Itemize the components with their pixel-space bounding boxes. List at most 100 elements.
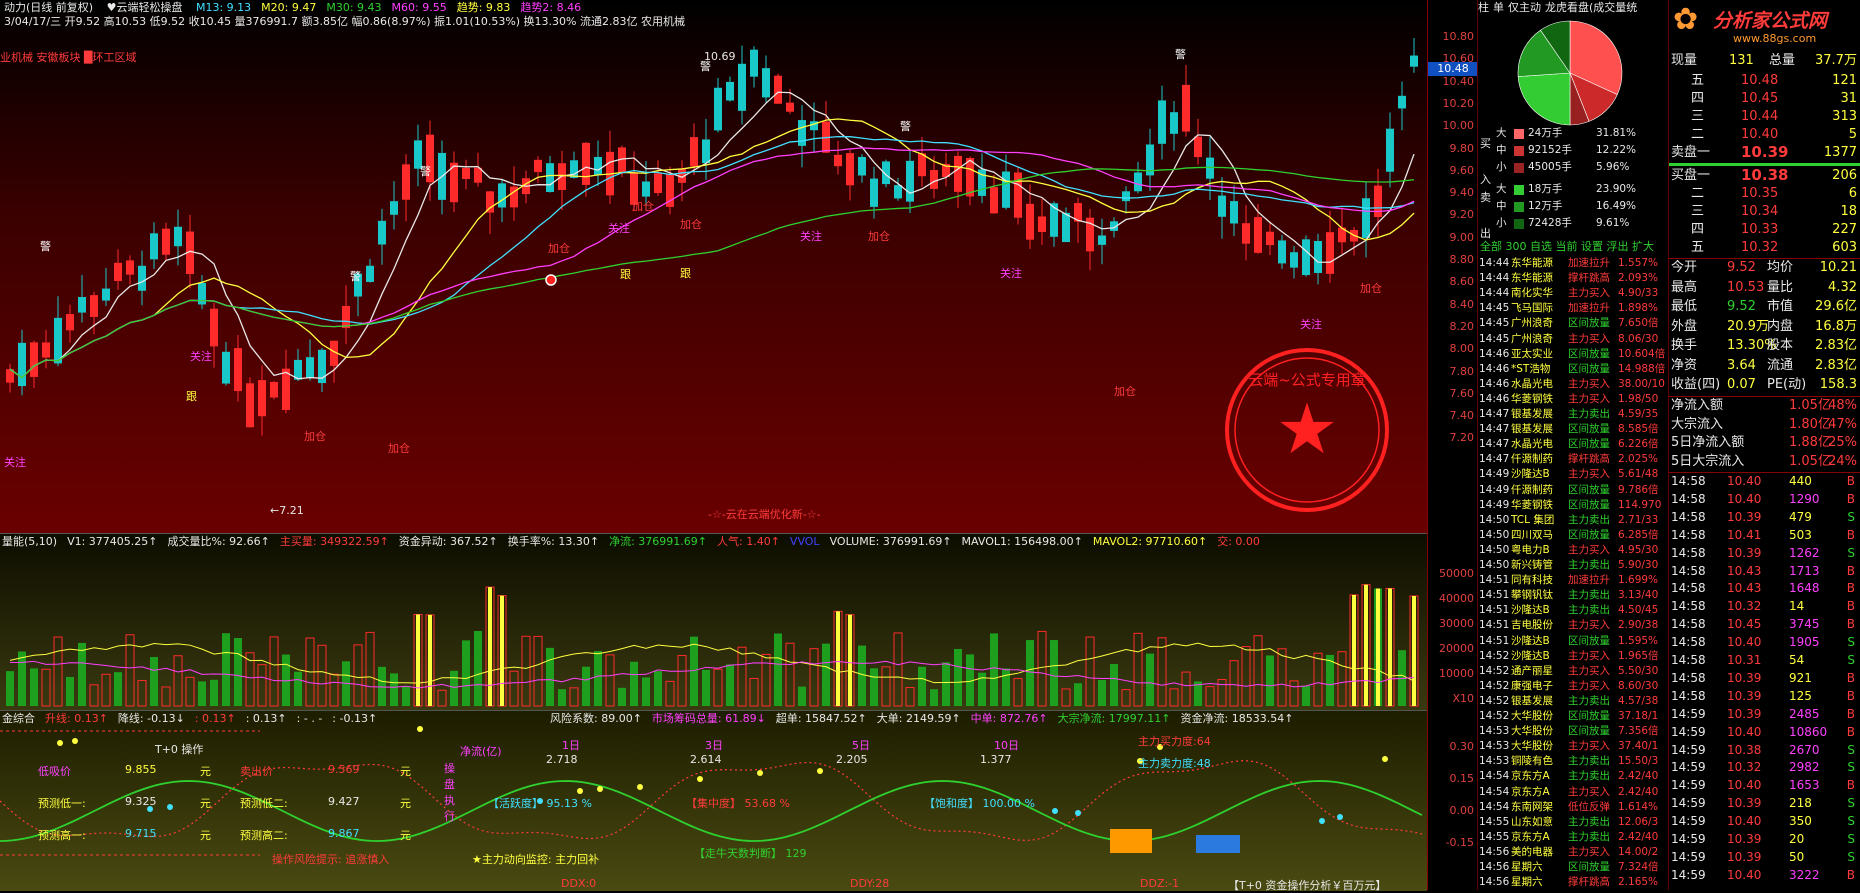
- tick-volume: 350: [1789, 814, 1812, 829]
- volume-bar: [30, 668, 38, 706]
- volume-bar: [462, 640, 470, 706]
- alert-row[interactable]: 14:50 粤电力B 主力买入 4.95/30: [1478, 543, 1669, 558]
- volume-bar: [677, 655, 687, 707]
- bid-row[interactable]: 二 10.35 6: [1669, 185, 1860, 202]
- bid-row[interactable]: 四 10.33 227: [1669, 221, 1860, 238]
- volume-header-item: VOLUME: 376991.69↑: [829, 535, 952, 548]
- alert-row[interactable]: 14:52 康强电子 主力买入 8.60/30: [1478, 679, 1669, 694]
- book-volume: 1377: [1823, 145, 1857, 160]
- alert-stock: 东华能源: [1511, 272, 1553, 285]
- tick-list[interactable]: 14:58 10.40 440 B 14:58 10.40 1290 B 14:58 10.39 4…: [1669, 472, 1860, 882]
- alert-row[interactable]: 14:44 南化实华 主力买入 4.90/33: [1478, 286, 1669, 301]
- ask-row[interactable]: 五 10.48 121: [1669, 72, 1860, 89]
- book-price: 10.32: [1741, 240, 1779, 255]
- kline-chart[interactable]: 警警警警警警关注 关注 关注 关注 关注 关注 加仓 加仓 加仓 加仓 加仓 加仓 加仓 加仓跟跟跟 动力…: [0, 0, 1427, 533]
- alert-stock: 沙隆达B: [1511, 604, 1550, 617]
- alert-row[interactable]: 14:45 广州浪奇 区间放量 7.650倍: [1478, 316, 1669, 331]
- alert-row[interactable]: 14:52 大华股份 区间放量 37.18/1: [1478, 709, 1669, 724]
- flow-panel[interactable]: 柱单仅主动 龙虎看盘(成交量统 买入 卖出 大 24万手 31.81% 中 92152手 1…: [1477, 0, 1669, 890]
- alert-row[interactable]: 14:51 同有科技 加速拉升 1.699%: [1478, 573, 1669, 588]
- volume-svg[interactable]: [0, 534, 1427, 711]
- alert-row[interactable]: 14:54 京东方A 主力卖出 2.42/40: [1478, 769, 1669, 784]
- alert-row[interactable]: 14:44 东华能源 撑杆跳高 2.093%: [1478, 271, 1669, 286]
- stat-label: 市值: [1767, 299, 1794, 314]
- alert-row[interactable]: 14:47 水晶光电 区间放量 6.226倍: [1478, 437, 1669, 452]
- indicator-chart[interactable]: 金综合 升线: 0.13↑ 降线: -0.13↓: 0.13↑: 0.13↑: - …: [0, 710, 1427, 892]
- alert-row[interactable]: 14:46 华菱钢铁 主力买入 1.98/50: [1478, 392, 1669, 407]
- bid-row[interactable]: 五 10.32 603: [1669, 239, 1860, 256]
- alert-row[interactable]: 14:55 京东方A 主力卖出 2.42/40: [1478, 830, 1669, 845]
- bid-row[interactable]: 三 10.34 18: [1669, 203, 1860, 220]
- alert-row[interactable]: 14:53 大华股份 区间放量 7.356倍: [1478, 724, 1669, 739]
- alert-row[interactable]: 14:56 星期六 区间放量 7.324倍: [1478, 860, 1669, 875]
- kline-svg[interactable]: 警警警警警警关注关注关注关注关注关注加仓加仓加仓加仓加仓加仓加仓加仓跟 跟跟: [0, 0, 1427, 533]
- current-price-tag: 10.48: [1428, 62, 1478, 76]
- add-position-marker: 加仓: [632, 199, 654, 213]
- alert-stock: 通产丽星: [1511, 664, 1553, 677]
- alert-stock: 水晶光电: [1511, 438, 1553, 451]
- alert-row[interactable]: 14:53 大华股份 主力买入 37.40/1: [1478, 739, 1669, 754]
- alert-row[interactable]: 14:50 四川双马 区间放量 6.285倍: [1478, 528, 1669, 543]
- tick-row: 14:59 10.40 350 S: [1669, 813, 1860, 829]
- total-vol-value: 37.7万: [1815, 53, 1857, 68]
- high-marker: 10.69: [704, 50, 736, 63]
- alert-row[interactable]: 14:49 华菱钢铁 区间放量 114.970: [1478, 498, 1669, 513]
- alert-row[interactable]: 14:46 *ST浩物 区间放量 14.988倍: [1478, 362, 1669, 377]
- alert-row[interactable]: 14:55 山东如意 主力卖出 12.06/3: [1478, 815, 1669, 830]
- volume-peak-bar: [1352, 594, 1356, 706]
- alert-row[interactable]: 14:53 铜陵有色 主力卖出 15.50/3: [1478, 754, 1669, 769]
- alert-row[interactable]: 14:51 沙隆达B 主力卖出 4.50/45: [1478, 603, 1669, 618]
- volume-bar: [558, 689, 566, 706]
- alert-feed[interactable]: 14:44 东华能源 加速拉升 1.557% 14:44 东华能源 撑杆跳高 2.093% 14…: [1478, 256, 1669, 890]
- panel-menu[interactable]: 全部 300 自选 当前 设置 浮出 扩大: [1480, 238, 1654, 254]
- add-position-marker: 加仓: [388, 441, 410, 455]
- flow-volume: 18万手: [1528, 183, 1563, 195]
- alert-row[interactable]: 14:44 东华能源 加速拉升 1.557%: [1478, 256, 1669, 271]
- alert-row[interactable]: 14:52 沙隆达B 主力买入 1.965倍: [1478, 649, 1669, 664]
- alert-row[interactable]: 14:50 TCL 集团 主力卖出 2.71/33: [1478, 513, 1669, 528]
- volume-bar: [726, 664, 734, 706]
- alert-row[interactable]: 14:49 仟源制药 区间放量 9.786倍: [1478, 483, 1669, 498]
- alert-row[interactable]: 14:49 沙隆达B 主力买入 5.61/48: [1478, 467, 1669, 482]
- ask-row[interactable]: 四 10.45 31: [1669, 90, 1860, 107]
- panel-tab[interactable]: 仅主动: [1508, 1, 1541, 14]
- panel-tab[interactable]: 单: [1493, 1, 1504, 14]
- candle-body: [18, 342, 26, 387]
- volume-bar: [881, 666, 891, 707]
- alert-row[interactable]: 14:52 银基发展 主力卖出 4.57/38: [1478, 694, 1669, 709]
- alert-row[interactable]: 14:45 飞马国际 加速拉升 1.898%: [1478, 301, 1669, 316]
- alert-row[interactable]: 14:56 星期六 撑杆跳高 2.165%: [1478, 875, 1669, 890]
- quote-panel[interactable]: ✿ 分析家公式网 www.88gs.com 现量 131 总量 37.7万 五 1…: [1668, 0, 1860, 890]
- ask-row[interactable]: 卖盘一 10.39 1377: [1669, 144, 1860, 161]
- alert-row[interactable]: 14:47 仟源制药 撑杆跳高 2.025%: [1478, 452, 1669, 467]
- alert-row[interactable]: 14:52 通产丽星 主力买入 5.50/30: [1478, 664, 1669, 679]
- alert-row[interactable]: 14:45 广州浪奇 主力买入 8.06/30: [1478, 332, 1669, 347]
- tick-time: 14:58: [1671, 545, 1706, 560]
- volume-chart[interactable]: 量能(5,10) V1: 377405.25↑ 成交量比%: 92.66↑ 主买量: …: [0, 533, 1427, 711]
- price-axis[interactable]: 10.80 10.60 10.40 10.20 10.00 9.80 9.60 9.40 9.2…: [1427, 0, 1478, 890]
- sector-tags[interactable]: 业机械 安徽板块 █环工区域: [0, 50, 136, 66]
- alert-row[interactable]: 14:47 银基发展 区间放量 8.585倍: [1478, 422, 1669, 437]
- alert-row[interactable]: 14:51 吉电股份 主力买入 2.90/38: [1478, 618, 1669, 633]
- alert-row[interactable]: 14:50 新兴铸管 主力卖出 5.90/30: [1478, 558, 1669, 573]
- alert-row[interactable]: 14:47 银基发展 主力卖出 4.59/35: [1478, 407, 1669, 422]
- panel-tab[interactable]: 龙虎看盘(成交量统: [1545, 1, 1637, 14]
- stat-value: 10.21: [1819, 260, 1857, 275]
- candle-body: [846, 153, 854, 186]
- alert-row[interactable]: 14:54 东南网架 低位反弹 1.614%: [1478, 800, 1669, 815]
- alert-row[interactable]: 14:51 攀钢钒钛 主力卖出 3.13/40: [1478, 588, 1669, 603]
- ask-row[interactable]: 三 10.44 313: [1669, 108, 1860, 125]
- alert-row[interactable]: 14:51 沙隆达B 区间放量 1.595%: [1478, 634, 1669, 649]
- candle-body: [1218, 195, 1226, 217]
- tick-volume: 1262: [1789, 545, 1820, 560]
- alert-row[interactable]: 14:54 京东方A 主力买入 2.42/40: [1478, 785, 1669, 800]
- alert-row[interactable]: 14:46 水晶光电 主力买入 38.00/10: [1478, 377, 1669, 392]
- candle-body: [1302, 239, 1310, 276]
- panel-tab[interactable]: 柱: [1478, 1, 1489, 14]
- alert-row[interactable]: 14:46 亚太实业 区间放量 10.604倍: [1478, 347, 1669, 362]
- book-level: 四: [1691, 222, 1705, 237]
- ask-row[interactable]: 二 10.40 5: [1669, 126, 1860, 143]
- bid-row[interactable]: 买盘一 10.38 206: [1669, 167, 1860, 184]
- tick-volume: 218: [1789, 796, 1812, 811]
- alert-row[interactable]: 14:56 美的电器 主力买入 14.00/2: [1478, 845, 1669, 860]
